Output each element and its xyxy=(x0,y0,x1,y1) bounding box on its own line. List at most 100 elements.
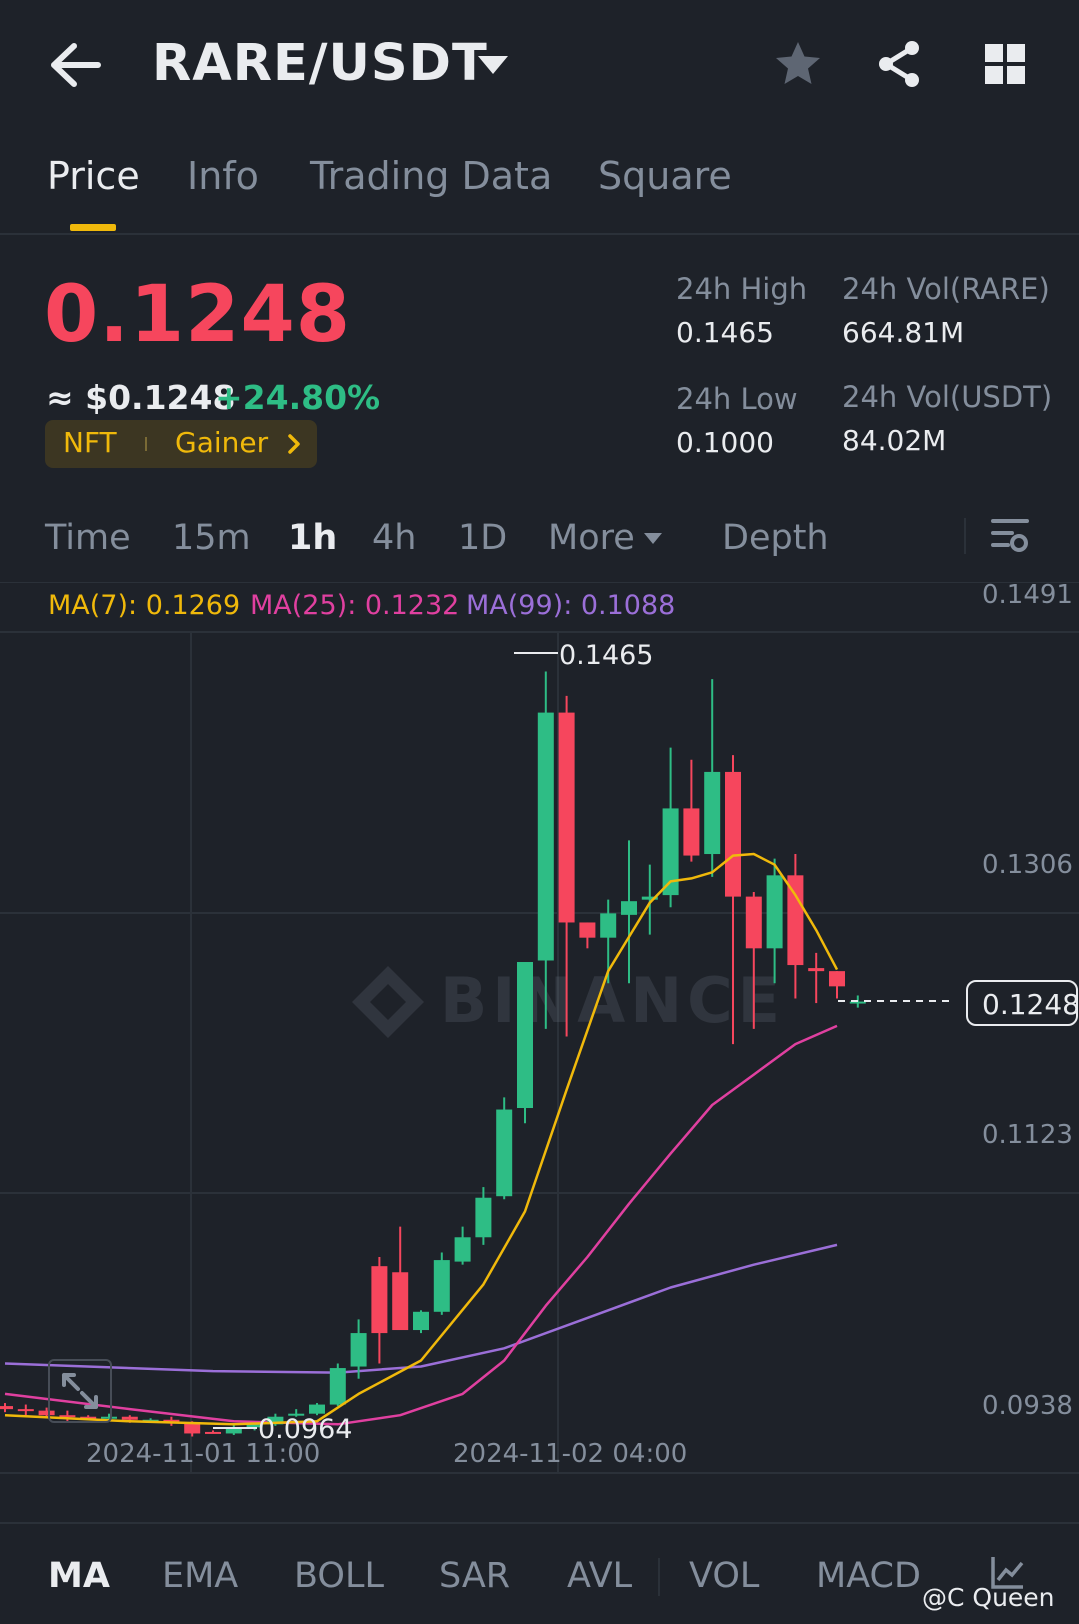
candle-body xyxy=(329,1368,346,1405)
candle-body xyxy=(517,962,533,1109)
candle xyxy=(475,1187,492,1245)
stat-24h-vol-quote-label: 24h Vol(USDT) xyxy=(842,380,1053,414)
candle-body xyxy=(745,896,762,949)
stat-24h-low-label: 24h Low xyxy=(676,382,798,416)
tf-15m[interactable]: 15m xyxy=(172,518,251,558)
candle-body xyxy=(371,1266,388,1334)
tag-divider xyxy=(145,437,147,451)
candle xyxy=(329,1363,346,1407)
indicator-ma[interactable]: MA xyxy=(48,1556,110,1596)
candle-body xyxy=(17,1409,34,1412)
candle xyxy=(225,1424,242,1435)
candle xyxy=(808,952,825,1004)
candle-body xyxy=(475,1197,492,1238)
candle-body xyxy=(766,875,783,949)
share-icon[interactable] xyxy=(874,38,926,90)
indicator-vol[interactable]: VOL xyxy=(689,1556,759,1596)
candle xyxy=(17,1404,34,1416)
indicator-macd[interactable]: MACD xyxy=(816,1556,921,1596)
candle-body xyxy=(413,1311,429,1331)
y-tick-label: 0.0938 xyxy=(982,1391,1073,1421)
candle xyxy=(0,1403,13,1413)
candle-body xyxy=(683,808,700,856)
expand-arrows-icon xyxy=(62,1373,98,1409)
tf-time[interactable]: Time xyxy=(45,518,131,558)
candlestick-chart[interactable]: BINANCE 0.1465 0.0964 0.1491 0.1306 0.11… xyxy=(0,582,1079,1522)
star-icon[interactable] xyxy=(772,38,824,90)
candle-body xyxy=(829,971,845,987)
candle-body xyxy=(309,1404,325,1414)
ma7-line xyxy=(4,852,839,1426)
candle-body xyxy=(725,771,741,897)
y-tick-label: 0.1306 xyxy=(982,850,1073,880)
candle-body xyxy=(392,1272,409,1331)
back-arrow-icon[interactable] xyxy=(48,40,104,90)
candle-body xyxy=(808,968,825,972)
candle xyxy=(662,747,679,908)
tag-nft: NFT xyxy=(63,426,117,459)
stat-24h-low-value: 0.1000 xyxy=(676,426,774,459)
tab-trading-data[interactable]: Trading Data xyxy=(310,154,552,198)
tf-depth[interactable]: Depth xyxy=(722,518,829,558)
approx-usd-price: ≈ $0.1248 xyxy=(46,378,236,417)
candle-body xyxy=(579,922,596,938)
grid-icon[interactable] xyxy=(979,38,1031,90)
watermark-text: @C Queen xyxy=(922,1583,1055,1612)
x-tick-label: 2024-11-02 04:00 xyxy=(453,1439,687,1469)
stat-24h-vol-base-label: 24h Vol(RARE) xyxy=(842,272,1050,306)
chevron-right-icon xyxy=(288,434,300,454)
tf-4h[interactable]: 4h xyxy=(372,518,416,558)
candle-body xyxy=(558,712,575,923)
indicator-avl[interactable]: AVL xyxy=(567,1556,632,1596)
candle xyxy=(641,864,658,935)
price-change-percent: +24.80% xyxy=(215,378,381,417)
y-tick-label: 0.1123 xyxy=(982,1120,1073,1150)
tab-price[interactable]: Price xyxy=(47,154,140,198)
candle xyxy=(517,962,533,1124)
tf-1d[interactable]: 1D xyxy=(458,518,507,558)
indicator-bar: MA EMA BOLL SAR AVL VOL MACD xyxy=(0,1522,1079,1624)
candle xyxy=(413,1310,429,1334)
stat-24h-high-label: 24h High xyxy=(676,272,808,306)
tab-square[interactable]: Square xyxy=(598,154,732,198)
indicator-divider xyxy=(658,1558,660,1596)
indicator-boll[interactable]: BOLL xyxy=(294,1556,384,1596)
more-caret-down-icon xyxy=(644,533,662,544)
candle-body xyxy=(454,1237,471,1262)
candle xyxy=(205,1430,221,1434)
candle xyxy=(454,1226,471,1265)
indicator-sar[interactable]: SAR xyxy=(439,1556,510,1596)
stat-24h-vol-base-value: 664.81M xyxy=(842,316,965,349)
top-tabs: Price Info Trading Data Square xyxy=(0,140,1079,235)
indicator-ema[interactable]: EMA xyxy=(162,1556,238,1596)
tag-pill[interactable]: NFT Gainer xyxy=(45,420,317,468)
tab-active-indicator xyxy=(70,224,116,231)
candle-body xyxy=(121,1416,138,1420)
ma99-line xyxy=(4,1243,838,1374)
candle-body xyxy=(600,913,617,938)
tab-info[interactable]: Info xyxy=(187,154,259,198)
tf-more[interactable]: More xyxy=(548,518,635,558)
timeframe-divider xyxy=(964,518,966,554)
tag-gainer: Gainer xyxy=(175,426,269,459)
candle xyxy=(829,971,845,999)
candle xyxy=(787,854,804,999)
pair-title[interactable]: RARE/USDT xyxy=(152,34,488,93)
candle-body xyxy=(350,1333,367,1367)
chart-settings-icon[interactable] xyxy=(990,515,1030,557)
candle xyxy=(704,679,721,877)
candle xyxy=(621,840,637,984)
tf-1h[interactable]: 1h xyxy=(288,518,337,558)
candle xyxy=(683,759,700,862)
candle xyxy=(392,1226,409,1331)
candle-body xyxy=(621,901,637,915)
caret-down-icon[interactable] xyxy=(476,52,510,78)
y-tick-label: 0.1491 xyxy=(982,582,1073,610)
candle-body xyxy=(537,712,554,961)
fullscreen-expand-button[interactable] xyxy=(48,1359,112,1423)
current-price-tag: 0.1248 xyxy=(966,980,1079,1026)
stat-24h-high-value: 0.1465 xyxy=(676,316,774,349)
candle xyxy=(579,922,596,949)
candle-body xyxy=(433,1260,450,1312)
candle xyxy=(496,1097,513,1200)
